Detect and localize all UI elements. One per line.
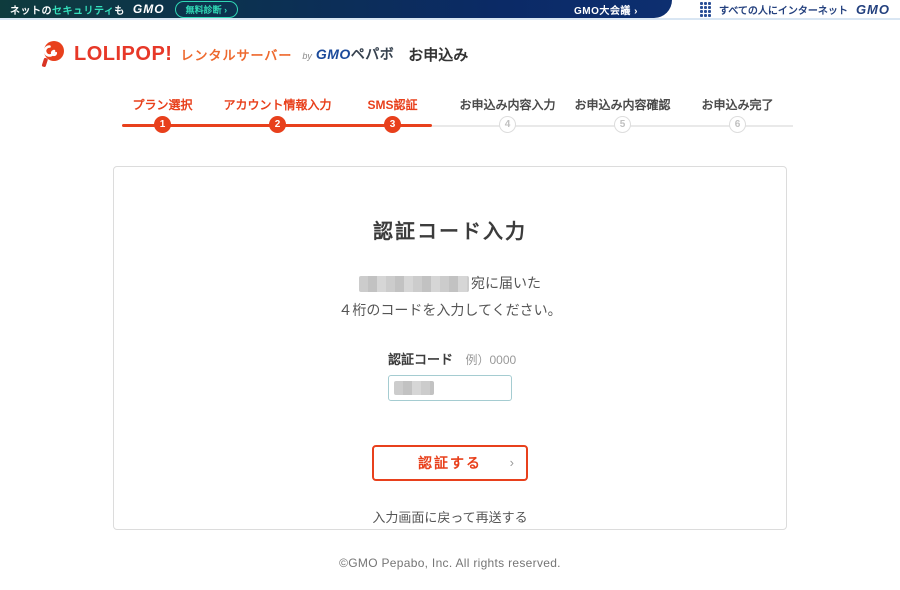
progress-steps: プラン選択 1 アカウント情報入力 2 SMS認証 3 お申込み内容入力 4 お… [105, 96, 795, 140]
redacted-code-value [394, 381, 434, 396]
security-banner-text: ネットのセキュリティも [10, 5, 125, 17]
step-label: アカウント情報入力 [223, 98, 332, 112]
step-sms-auth: SMS認証 3 [335, 96, 450, 133]
lolipop-logo-text[interactable]: LOLIPOP! [74, 43, 172, 66]
step-label: SMS認証 [367, 98, 418, 112]
step-number-badge: 3 [384, 116, 401, 133]
rental-server-label: レンタルサーバー [180, 47, 293, 63]
lolipop-candy-icon [41, 41, 64, 67]
step-application-confirm: お申込み内容確認 5 [565, 96, 680, 133]
by-label: by [302, 51, 312, 61]
card-title: 認証コード入力 [373, 221, 527, 243]
chevron-right-icon: › [509, 455, 516, 471]
gmo-security-banner[interactable]: ネットのセキュリティも GMO 無料診断 › GMO大会議 › [0, 0, 672, 18]
step-application-complete: お申込み完了 6 [680, 96, 795, 133]
gmo-pepabo-logo: GMOペパボ [315, 46, 395, 62]
apps-grid-icon[interactable] [700, 1, 712, 17]
topbar-right-group: すべての人にインターネット GMO [700, 0, 890, 18]
step-number-badge: 2 [269, 116, 286, 133]
code-label-row: 認証コード 例）0000 [388, 349, 516, 369]
step-label: お申込み内容入力 [459, 98, 556, 112]
gmo-logo-white: GMO [132, 2, 165, 16]
description-line-1: 宛に届いた [114, 270, 786, 297]
top-banner-bar: ネットのセキュリティも GMO 無料診断 › GMO大会議 › すべての人にイン… [0, 0, 900, 20]
step-number-badge: 4 [499, 116, 516, 133]
verification-card: 認証コード入力 宛に届いた ４桁のコードを入力してください。 認証コード 例）0… [113, 166, 787, 530]
gmo-logo-link[interactable]: GMO [856, 2, 890, 17]
free-check-button[interactable]: 無料診断 › [174, 0, 239, 18]
gmo-tagline: すべての人にインターネット [719, 5, 848, 17]
code-label: 認証コード [388, 352, 454, 368]
footer-copyright: ©GMO Pepabo, Inc. All rights reserved. [339, 556, 561, 570]
step-number-badge: 6 [729, 116, 746, 133]
resend-link[interactable]: 入力画面に戻って再送する [372, 507, 527, 526]
description-line-2: ４桁のコードを入力してください。 [338, 301, 562, 318]
service-header: LOLIPOP! レンタルサーバー by GMOペパボ お申込み [0, 20, 900, 72]
step-label: プラン選択 [132, 98, 193, 112]
description-text: 宛に届いた ４桁のコードを入力してください。 [114, 270, 786, 323]
page-title: お申込み [408, 46, 469, 64]
step-label: お申込み内容確認 [574, 98, 671, 112]
code-input-wrapper [388, 375, 512, 402]
step-label: お申込み完了 [701, 98, 774, 112]
redacted-phone-number [359, 276, 469, 293]
gmo-conference-link[interactable]: GMO大会議 › [574, 2, 638, 17]
step-number-badge: 1 [154, 116, 171, 133]
step-account-info: アカウント情報入力 2 [220, 96, 335, 133]
step-plan-select: プラン選択 1 [105, 96, 220, 133]
step-application-input: お申込み内容入力 4 [450, 96, 565, 133]
security-highlight-text: セキュリティ [52, 5, 115, 17]
code-input-group: 認証コード 例）0000 [388, 349, 516, 402]
verify-button[interactable]: 認証する › [372, 445, 528, 482]
code-example-hint: 例）0000 [465, 353, 517, 368]
step-number-badge: 5 [614, 116, 631, 133]
